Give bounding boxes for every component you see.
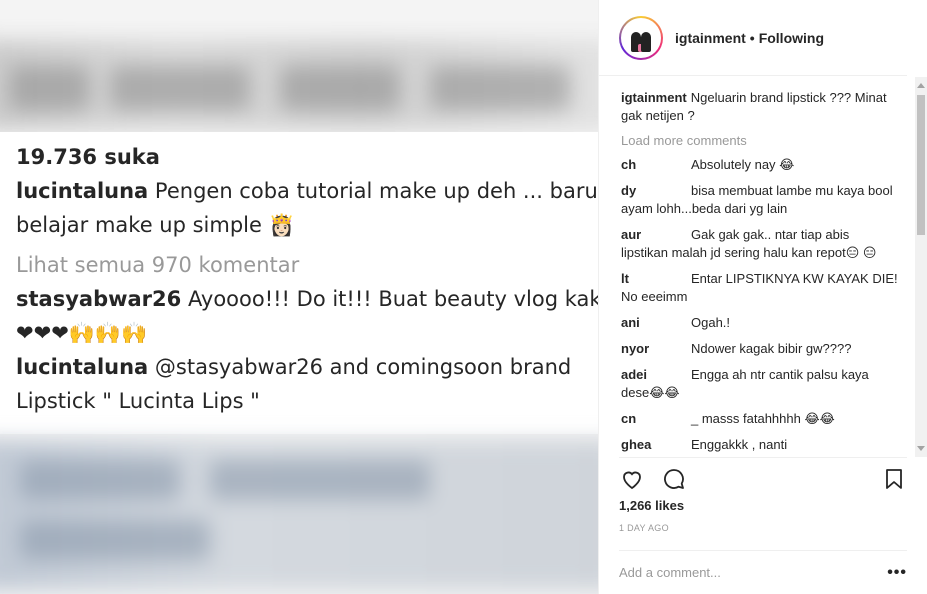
action-bar bbox=[619, 457, 907, 499]
comment-item: ani Ogah.! bbox=[621, 314, 898, 332]
scroll-down-icon[interactable] bbox=[917, 446, 925, 451]
scrollbar-thumb[interactable] bbox=[917, 95, 925, 235]
comment-item: cn _ masss fatahhhhh 😂😂 bbox=[621, 410, 898, 428]
post-header: igtainment • Following bbox=[599, 0, 907, 76]
comment-username[interactable]: aur bbox=[621, 226, 687, 244]
embedded-caption-text-2: belajar make up simple 👸🏻 bbox=[16, 213, 295, 237]
comment-text: Ogah.! bbox=[691, 315, 731, 330]
comments-scrollbar[interactable] bbox=[915, 77, 927, 457]
embedded-caption-user: lucintaluna bbox=[16, 179, 149, 203]
comment-username[interactable]: ani bbox=[621, 314, 687, 332]
comment-username[interactable]: adei bbox=[621, 366, 687, 384]
comment-username[interactable]: lt bbox=[621, 270, 687, 288]
comment-username[interactable]: cn bbox=[621, 410, 687, 428]
embedded-reply-text: @stasyabwar26 and comingsoon brand bbox=[154, 355, 572, 379]
embedded-screenshot: 19.736 suka lucintaluna Pengen coba tuto… bbox=[0, 132, 598, 434]
comment-item: aur Gak gak gak.. ntar tiap abis lipstika… bbox=[621, 226, 898, 262]
blurred-image-bottom bbox=[0, 440, 598, 590]
embedded-view-all: Lihat semua 970 komentar bbox=[16, 253, 300, 277]
embedded-comment-user: stasyabwar26 bbox=[16, 287, 182, 311]
comment-icon bbox=[664, 468, 684, 489]
embedded-reply-text-2: Lipstick " Lucinta Lips " bbox=[16, 389, 260, 413]
embedded-comment-emojis: ❤❤❤🙌🙌🙌 bbox=[16, 321, 148, 345]
avatar[interactable] bbox=[619, 15, 663, 60]
caption-username[interactable]: igtainment bbox=[621, 90, 687, 105]
comment-item: ch Absolutely nay 😂 bbox=[621, 156, 898, 174]
load-more-comments-button[interactable]: Load more comments bbox=[621, 133, 898, 148]
comment-item: dy bisa membuat lambe mu kaya bool ayam l… bbox=[621, 182, 898, 218]
comment-item: lt Entar LIPSTIKNYA KW KAYAK DIE! No eeei… bbox=[621, 270, 898, 306]
comment-username[interactable]: nyor bbox=[621, 340, 687, 358]
save-button[interactable] bbox=[881, 466, 907, 492]
comment-text: Absolutely nay 😂 bbox=[691, 157, 795, 172]
embedded-likes: 19.736 suka bbox=[16, 145, 160, 169]
comment-item: adei Engga ah ntr cantik palsu kaya dese😂… bbox=[621, 366, 898, 402]
post-caption: igtainment Ngeluarin brand lipstick ??? M… bbox=[621, 89, 898, 125]
comment-item: ghea Enggakkk , nanti bbox=[621, 436, 898, 454]
add-comment-bar: ••• bbox=[619, 550, 907, 594]
comment-text: Ndower kagak bibir gw???? bbox=[691, 341, 852, 356]
avatar-logo-icon bbox=[621, 17, 661, 58]
embedded-caption-text: Pengen coba tutorial make up deh ... bar… bbox=[154, 179, 598, 203]
scroll-up-icon[interactable] bbox=[917, 83, 925, 88]
likes-count[interactable]: 1,266 likes bbox=[619, 498, 684, 513]
header-separator: • bbox=[749, 29, 755, 46]
bookmark-icon bbox=[886, 468, 902, 489]
embedded-reply-user: lucintaluna bbox=[16, 355, 149, 379]
add-comment-input[interactable] bbox=[619, 565, 888, 580]
following-button[interactable]: Following bbox=[759, 30, 824, 46]
comment-text: Enggakkk , nanti bbox=[691, 437, 788, 452]
embedded-comment-text: Ayoooo!!! Do it!!! Buat beauty vlog kak bbox=[187, 287, 598, 311]
comment-item: nyor Ndower kagak bibir gw???? bbox=[621, 340, 898, 358]
header-username[interactable]: igtainment bbox=[675, 30, 746, 46]
comment-username[interactable]: dy bbox=[621, 182, 687, 200]
comment-button[interactable] bbox=[661, 466, 687, 492]
like-button[interactable] bbox=[619, 466, 645, 492]
comments-list[interactable]: igtainment Ngeluarin brand lipstick ??? M… bbox=[599, 77, 927, 457]
post-image[interactable]: 19.736 suka lucintaluna Pengen coba tuto… bbox=[0, 0, 598, 594]
post-timestamp[interactable]: 1 DAY AGO bbox=[619, 523, 669, 533]
comment-text: _ masss fatahhhhh 😂😂 bbox=[691, 411, 835, 426]
comment-username[interactable]: ghea bbox=[621, 436, 687, 454]
more-options-icon[interactable]: ••• bbox=[887, 564, 907, 582]
post-side-panel: igtainment • Following igtainment Ngeluar… bbox=[598, 0, 927, 594]
blurred-image-top bbox=[0, 40, 598, 130]
heart-icon bbox=[623, 471, 641, 489]
comment-username[interactable]: ch bbox=[621, 156, 687, 174]
